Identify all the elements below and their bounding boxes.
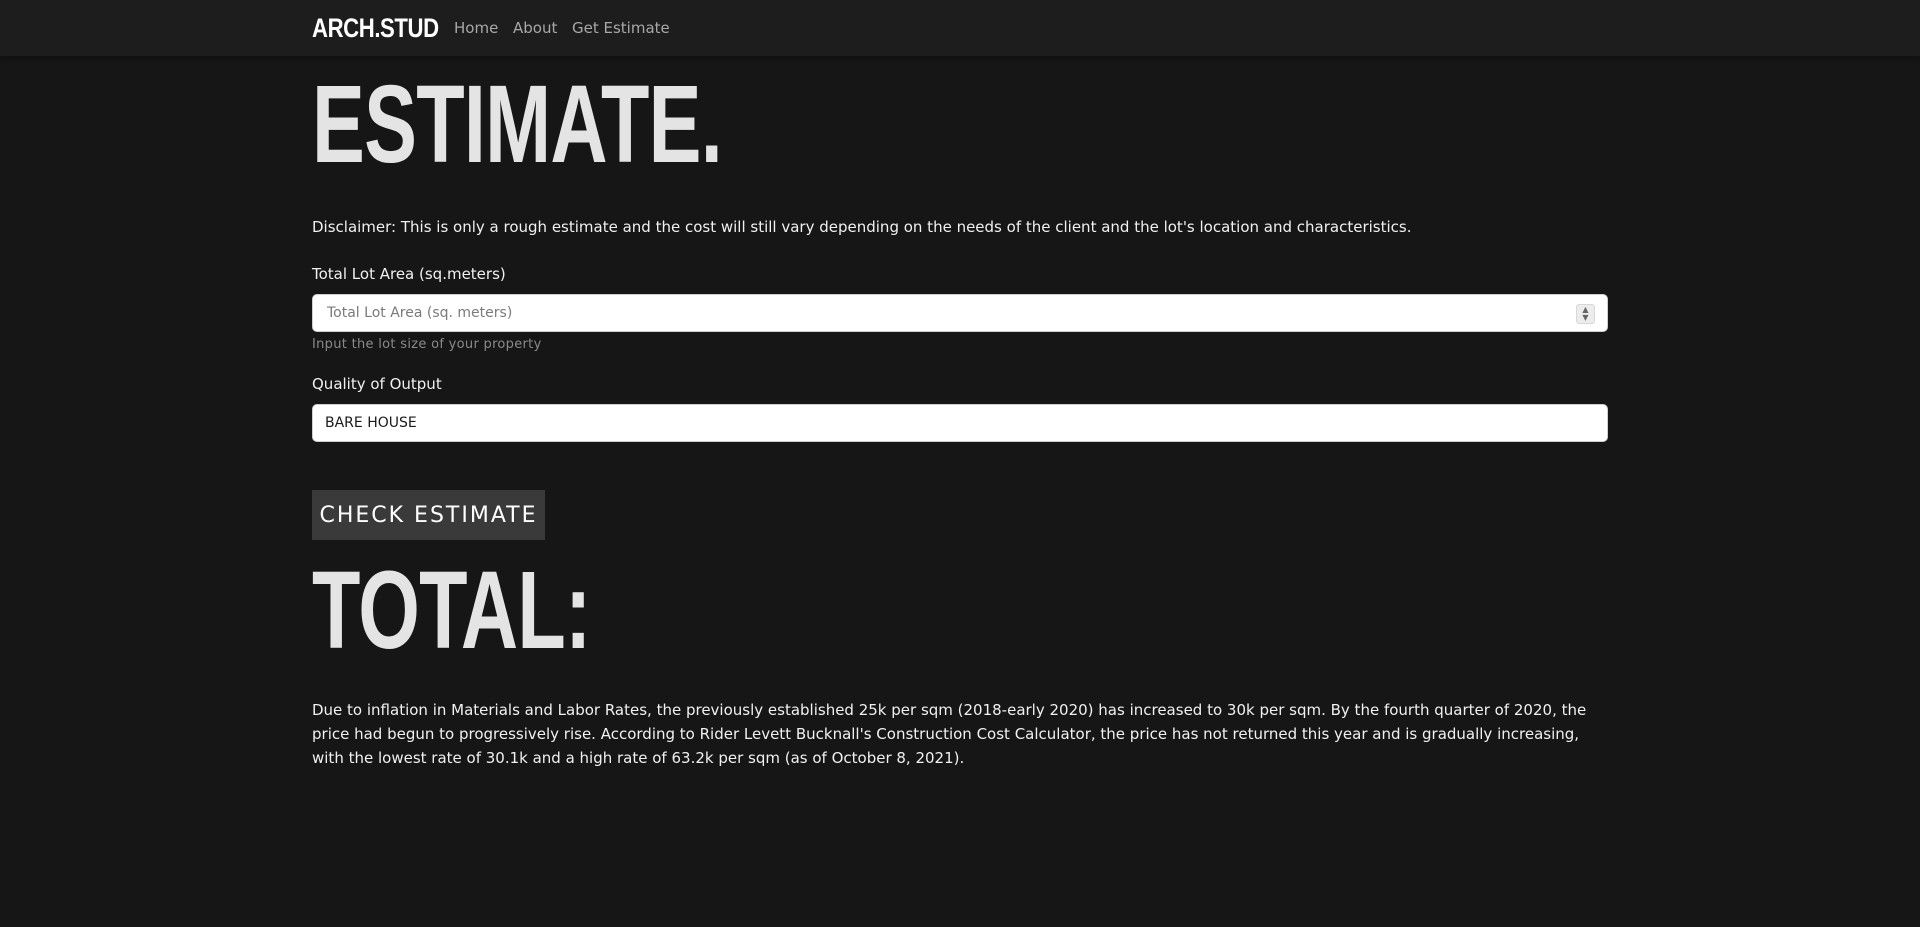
nav-get-estimate-link[interactable]: Get Estimate [572, 18, 670, 38]
lot-area-field[interactable]: ▲ ▼ [312, 294, 1608, 332]
quality-label: Quality of Output [312, 375, 442, 393]
nav-about-link[interactable]: About [513, 18, 557, 38]
check-estimate-button[interactable]: CHECK ESTIMATE [312, 490, 545, 540]
navbar: ARCH.STUD Home About Get Estimate [0, 0, 1920, 56]
page-title: ESTIMATE. [312, 63, 723, 186]
nav-home-link[interactable]: Home [454, 18, 498, 38]
total-title: TOTAL: [312, 549, 591, 672]
number-spinner-icon[interactable]: ▲ ▼ [1576, 304, 1595, 324]
disclaimer-text: Disclaimer: This is only a rough estimat… [312, 218, 1412, 236]
quality-select[interactable]: BARE HOUSE [312, 404, 1608, 442]
lot-area-help-text: Input the lot size of your property [312, 337, 542, 352]
inflation-note-paragraph: Due to inflation in Materials and Labor … [312, 701, 1587, 767]
lot-area-input[interactable] [327, 295, 1557, 331]
lot-area-label: Total Lot Area (sq.meters) [312, 265, 506, 283]
quality-selected-value: BARE HOUSE [325, 415, 417, 431]
brand-logo[interactable]: ARCH.STUD [312, 10, 439, 46]
